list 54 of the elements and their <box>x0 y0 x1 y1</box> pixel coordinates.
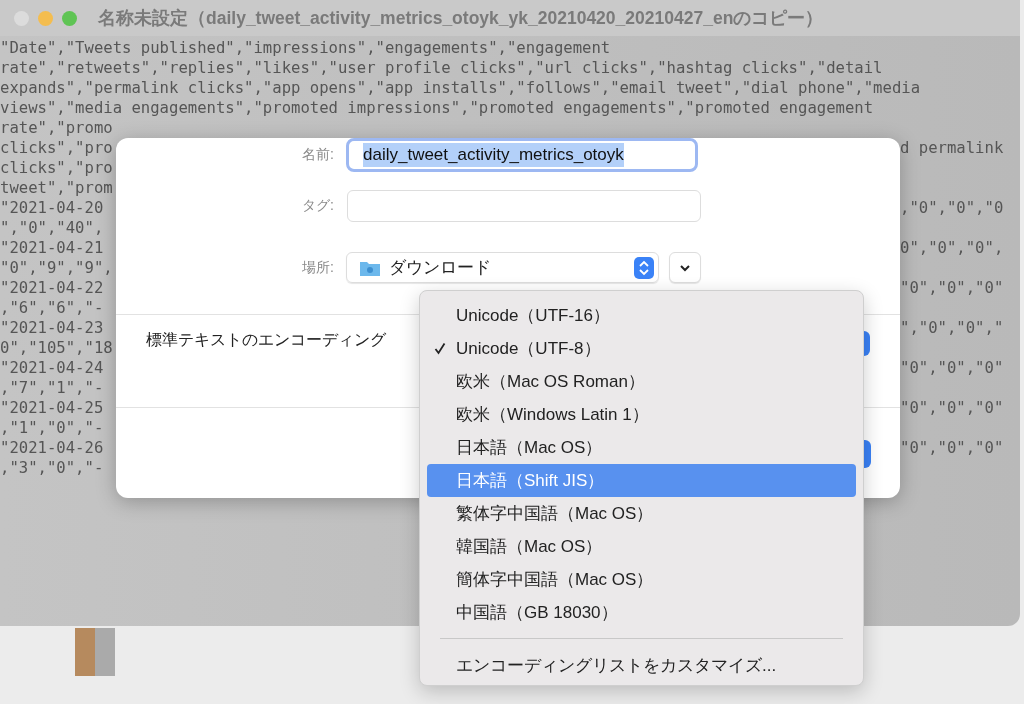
text-line: rate","promo <box>0 119 113 137</box>
menu-item[interactable]: エンコーディングリストをカスタマイズ... <box>427 649 856 682</box>
text-line: ,"1","0","- <box>0 419 104 437</box>
menu-item[interactable]: 韓国語（Mac OS） <box>427 530 856 563</box>
text-line: 0","0","0", <box>900 239 1004 257</box>
text-line: "0","9","9", <box>0 259 113 277</box>
chevron-down-icon <box>679 263 691 272</box>
text-line: ,"6","6","- <box>0 299 104 317</box>
text-line: ,"3","0","- <box>0 459 104 477</box>
menu-item[interactable]: Unicode（UTF-8） <box>427 332 856 365</box>
menu-item[interactable]: 簡体字中国語（Mac OS） <box>427 563 856 596</box>
tags-field[interactable] <box>347 190 701 222</box>
text-line: ,"7","1","- <box>0 379 104 397</box>
location-popup[interactable]: ダウンロード <box>346 252 659 283</box>
text-line: expands","permalink clicks","app opens","app installs","follows","email tweet","dial phone","media <box>0 79 921 97</box>
text-line: "0","0","0" <box>900 439 1004 457</box>
name-field[interactable]: daily_tweet_activity_metrics_otoyk <box>346 138 698 172</box>
expand-button[interactable] <box>669 252 701 283</box>
minimize-button[interactable] <box>38 10 53 26</box>
text-line: 0","105","18 <box>0 339 113 357</box>
text-line: clicks","pro <box>0 139 113 157</box>
text-line: "2021-04-26 <box>0 439 104 457</box>
menu-item[interactable]: 欧米（Windows Latin 1） <box>427 398 856 431</box>
text-line: "0","0","0" <box>900 279 1004 297</box>
text-line: "Date","Tweets published","impressions","engagements","engagement <box>0 39 611 57</box>
text-line: "2021-04-20 <box>0 199 104 217</box>
text-line: d permalink <box>900 139 1004 157</box>
menu-item[interactable]: 中国語（GB 18030） <box>427 596 856 629</box>
menu-item[interactable]: 繁体字中国語（Mac OS） <box>427 497 856 530</box>
encoding-label: 標準テキストのエンコーディング <box>146 331 386 348</box>
text-line: ,"0","0","0 <box>900 199 1004 217</box>
menu-item[interactable]: 日本語（Mac OS） <box>427 431 856 464</box>
tags-label: タグ: <box>301 197 335 215</box>
text-line: "0","0","0" <box>900 399 1004 417</box>
background-strip <box>75 628 115 676</box>
text-line: "2021-04-21 <box>0 239 104 257</box>
text-line: "2021-04-24 <box>0 359 104 377</box>
text-line: ","0","40", <box>0 219 104 237</box>
zoom-button[interactable] <box>62 10 77 26</box>
text-line: tweet","prom <box>0 179 113 197</box>
text-line: ","0","0"," <box>900 319 1004 337</box>
stepper-icon <box>634 256 654 279</box>
name-label: 名前: <box>301 146 335 164</box>
text-line: clicks","pro <box>0 159 113 177</box>
text-line: "0","0","0" <box>900 359 1004 377</box>
text-line: rate","retweets","replies","likes","user profile clicks","url clicks","hashtag clicks","detail <box>0 59 883 77</box>
text-line: "2021-04-25 <box>0 399 104 417</box>
menu-item[interactable]: Unicode（UTF-16） <box>427 299 856 332</box>
window-title: 名称未設定（daily_tweet_activity_metrics_otoyk_yk_20210420_20210427_enのコピー） <box>98 7 824 30</box>
text-line: "2021-04-22 <box>0 279 104 297</box>
text-line: "2021-04-23 <box>0 319 104 337</box>
text-line: views","media engagements","promoted impressions","promoted engagements","promoted engagement <box>0 99 874 117</box>
location-label: 場所: <box>301 258 335 277</box>
menu-item[interactable]: 欧米（Mac OS Roman） <box>427 365 856 398</box>
